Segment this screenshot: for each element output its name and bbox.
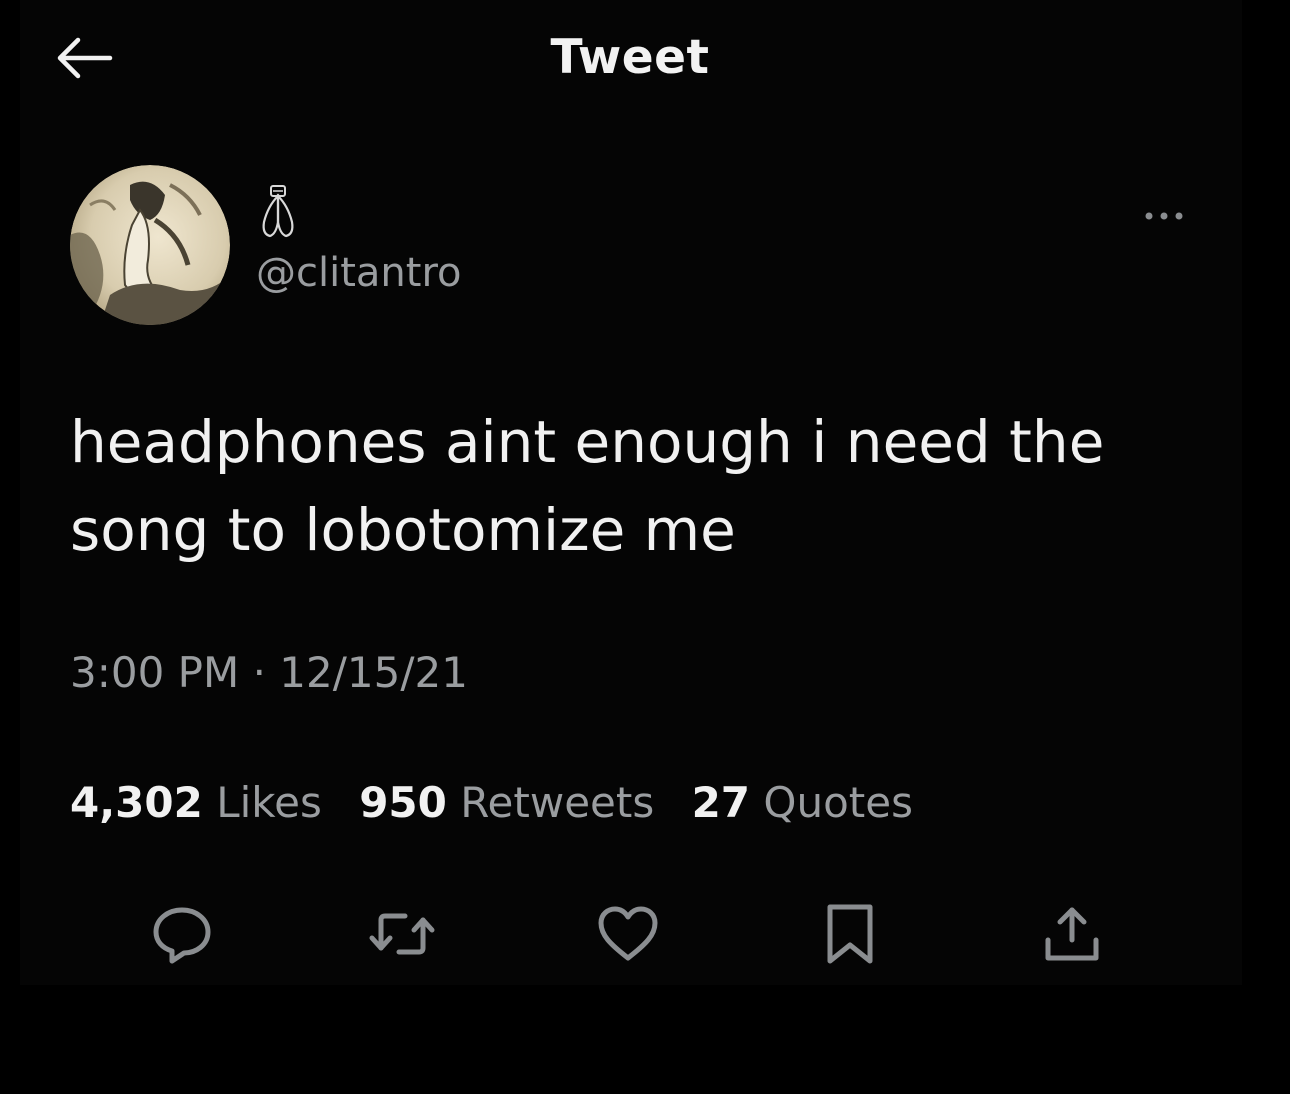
share-button[interactable] <box>1034 896 1110 972</box>
heart-icon <box>598 906 658 961</box>
folded-hands-emoji-icon <box>254 182 302 242</box>
top-bar: Tweet <box>0 0 1290 120</box>
page-title: Tweet <box>550 30 710 85</box>
user-handle[interactable]: @clitantro <box>256 250 462 296</box>
bookmark-icon <box>827 904 873 964</box>
share-icon <box>1045 907 1099 961</box>
retweets-label: Retweets <box>460 778 655 827</box>
retweet-button[interactable] <box>364 896 440 972</box>
reply-icon <box>153 907 211 964</box>
likes-stat[interactable]: 4,302 Likes <box>70 778 322 827</box>
action-bar <box>0 896 1290 976</box>
tweet-time: 3:00 PM <box>70 648 240 697</box>
tweet-text: headphones aint enough i need the song t… <box>70 408 1105 564</box>
likes-label: Likes <box>216 778 322 827</box>
quotes-stat[interactable]: 27 Quotes <box>692 778 913 827</box>
retweet-icon <box>369 913 435 955</box>
engagement-stats: 4,302 Likes 950 Retweets 27 Quotes <box>70 778 937 827</box>
tweet-date: 12/15/21 <box>279 648 468 697</box>
more-options-button[interactable] <box>1136 200 1192 232</box>
reply-button[interactable] <box>144 896 220 972</box>
retweets-stat[interactable]: 950 Retweets <box>359 778 654 827</box>
retweets-count: 950 <box>359 778 447 827</box>
more-dots-icon <box>1145 212 1183 220</box>
likes-count: 4,302 <box>70 778 203 827</box>
avatar-image <box>70 165 230 325</box>
quotes-label: Quotes <box>763 778 913 827</box>
avatar[interactable] <box>70 165 230 325</box>
tweet-timestamp[interactable]: 3:00 PM · 12/15/21 <box>70 648 468 697</box>
quotes-count: 27 <box>691 778 751 827</box>
like-button[interactable] <box>590 896 666 972</box>
bookmark-button[interactable] <box>812 896 888 972</box>
timestamp-separator: · <box>239 648 280 697</box>
